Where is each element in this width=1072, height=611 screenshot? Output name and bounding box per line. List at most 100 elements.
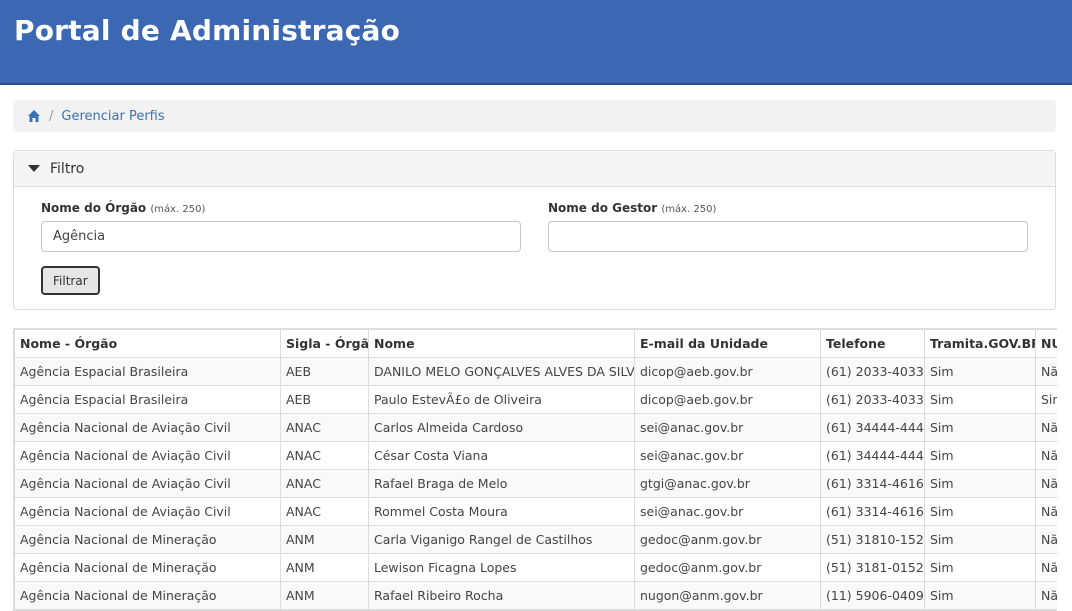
phone-cell: (61) 3314-4616 (820, 469, 925, 498)
org-name-input[interactable] (41, 221, 521, 252)
nu-cell: Nã (1035, 581, 1057, 610)
tramita-cell: Sim (924, 553, 1036, 582)
column-header-phone[interactable]: Telefone (820, 329, 925, 358)
name-cell: Paulo EstevÃ£o de Oliveira (368, 385, 635, 414)
caret-down-icon (28, 165, 40, 172)
filter-panel-toggle[interactable]: Filtro (14, 151, 1055, 187)
org-acronym-cell: ANAC (280, 497, 369, 526)
table-row[interactable]: Agência Nacional de Mineração ANM Carla Vi… (14, 525, 1057, 554)
email-cell: dicop@aeb.gov.br (634, 357, 821, 386)
name-cell: Carla Viganigo Rangel de Castilhos (368, 525, 635, 554)
org-name-field-group: Nome do Órgão (máx. 250) (41, 201, 521, 252)
nu-cell: Nã (1035, 497, 1057, 526)
table-row[interactable]: Agência Nacional de Mineração ANM Rafael R… (14, 581, 1057, 610)
name-cell: Rafael Ribeiro Rocha (368, 581, 635, 610)
org-acronym-cell: AEB (280, 385, 369, 414)
name-cell: Rommel Costa Moura (368, 497, 635, 526)
tramita-cell: Sim (924, 441, 1036, 470)
table-row[interactable]: Agência Espacial Brasileira AEB Paulo Este… (14, 385, 1057, 414)
table-row[interactable]: Agência Nacional de Aviação Civil ANAC Car… (14, 413, 1057, 442)
phone-cell: (51) 3181-0152 (820, 553, 925, 582)
filter-panel-body: Nome do Órgão (máx. 250) Nome do Gestor … (14, 187, 1055, 309)
tramita-cell: Sim (924, 581, 1036, 610)
phone-cell: (61) 2033-4033 (820, 357, 925, 386)
table-row[interactable]: Agência Nacional de Aviação Civil ANAC Rom… (14, 497, 1057, 526)
tramita-cell: Sim (924, 385, 1036, 414)
tramita-cell: Sim (924, 525, 1036, 554)
app-header: Portal de Administração (0, 0, 1072, 85)
org-name-cell: Agência Nacional de Aviação Civil (14, 441, 281, 470)
results-table-container[interactable]: Nome - Órgão Sigla - Órgão Nome E-mail d… (13, 328, 1057, 611)
home-icon[interactable] (27, 109, 41, 123)
nu-cell: Sin (1035, 385, 1057, 414)
org-acronym-cell: ANM (280, 581, 369, 610)
filter-panel: Filtro Nome do Órgão (máx. 250) Nome do … (13, 150, 1056, 310)
org-acronym-cell: AEB (280, 357, 369, 386)
name-cell: Lewison Ficagna Lopes (368, 553, 635, 582)
column-header-org-acronym[interactable]: Sigla - Órgão (280, 329, 369, 358)
breadcrumb-link-gerenciar-perfis[interactable]: Gerenciar Perfis (61, 109, 164, 124)
column-header-email[interactable]: E-mail da Unidade (634, 329, 821, 358)
nu-cell: Nã (1035, 525, 1057, 554)
tramita-cell: Sim (924, 497, 1036, 526)
nu-cell: Nã (1035, 553, 1057, 582)
org-name-cell: Agência Nacional de Mineração (14, 553, 281, 582)
table-header-row: Nome - Órgão Sigla - Órgão Nome E-mail d… (14, 329, 1057, 358)
breadcrumb-separator: / (49, 108, 54, 124)
tramita-cell: Sim (924, 413, 1036, 442)
page-title: Portal de Administração (14, 14, 401, 47)
phone-cell: (51) 31810-1522 (820, 525, 925, 554)
phone-cell: (61) 34444-4444 (820, 441, 925, 470)
email-cell: sei@anac.gov.br (634, 497, 821, 526)
org-acronym-cell: ANAC (280, 413, 369, 442)
org-name-cell: Agência Nacional de Aviação Civil (14, 497, 281, 526)
org-acronym-cell: ANM (280, 525, 369, 554)
nu-cell: Nã (1035, 413, 1057, 442)
manager-name-label: Nome do Gestor (máx. 250) (548, 201, 717, 215)
nu-cell: Nã (1035, 441, 1057, 470)
table-row[interactable]: Agência Nacional de Mineração ANM Lewison … (14, 553, 1057, 582)
email-cell: sei@anac.gov.br (634, 441, 821, 470)
org-acronym-cell: ANAC (280, 469, 369, 498)
column-header-name[interactable]: Nome (368, 329, 635, 358)
results-table: Nome - Órgão Sigla - Órgão Nome E-mail d… (14, 329, 1057, 610)
name-cell: César Costa Viana (368, 441, 635, 470)
email-cell: nugon@anm.gov.br (634, 581, 821, 610)
column-header-nu[interactable]: NU (1035, 329, 1057, 358)
column-header-org-name[interactable]: Nome - Órgão (14, 329, 281, 358)
email-cell: gedoc@anm.gov.br (634, 553, 821, 582)
email-cell: gtgi@anac.gov.br (634, 469, 821, 498)
name-cell: Carlos Almeida Cardoso (368, 413, 635, 442)
org-acronym-cell: ANM (280, 553, 369, 582)
manager-name-input[interactable] (548, 221, 1028, 252)
manager-name-field-group: Nome do Gestor (máx. 250) (548, 201, 1028, 252)
main-content: / Gerenciar Perfis Filtro Nome do Órgão … (0, 100, 1072, 611)
nu-cell: Nã (1035, 357, 1057, 386)
breadcrumb: / Gerenciar Perfis (13, 100, 1056, 132)
manager-name-hint: (máx. 250) (661, 204, 717, 215)
phone-cell: (61) 3314-4616 (820, 497, 925, 526)
org-name-cell: Agência Espacial Brasileira (14, 357, 281, 386)
org-name-hint: (máx. 250) (150, 204, 206, 215)
org-name-cell: Agência Nacional de Mineração (14, 581, 281, 610)
org-name-cell: Agência Nacional de Aviação Civil (14, 413, 281, 442)
tramita-cell: Sim (924, 469, 1036, 498)
phone-cell: (11) 5906-0409 (820, 581, 925, 610)
org-name-label: Nome do Órgão (máx. 250) (41, 201, 206, 215)
email-cell: gedoc@anm.gov.br (634, 525, 821, 554)
org-name-cell: Agência Nacional de Mineração (14, 525, 281, 554)
filter-panel-title: Filtro (50, 160, 85, 177)
org-name-cell: Agência Nacional de Aviação Civil (14, 469, 281, 498)
table-row[interactable]: Agência Nacional de Aviação Civil ANAC Cés… (14, 441, 1057, 470)
nu-cell: Nã (1035, 469, 1057, 498)
tramita-cell: Sim (924, 357, 1036, 386)
filter-button[interactable]: Filtrar (41, 266, 100, 295)
column-header-tramita[interactable]: Tramita.GOV.BR (924, 329, 1036, 358)
table-row[interactable]: Agência Espacial Brasileira AEB DANILO MEL… (14, 357, 1057, 386)
name-cell: Rafael Braga de Melo (368, 469, 635, 498)
email-cell: sei@anac.gov.br (634, 413, 821, 442)
name-cell: DANILO MELO GONÇALVES ALVES DA SILVA (368, 357, 635, 386)
org-name-cell: Agência Espacial Brasileira (14, 385, 281, 414)
phone-cell: (61) 34444-4444 (820, 413, 925, 442)
table-row[interactable]: Agência Nacional de Aviação Civil ANAC Raf… (14, 469, 1057, 498)
